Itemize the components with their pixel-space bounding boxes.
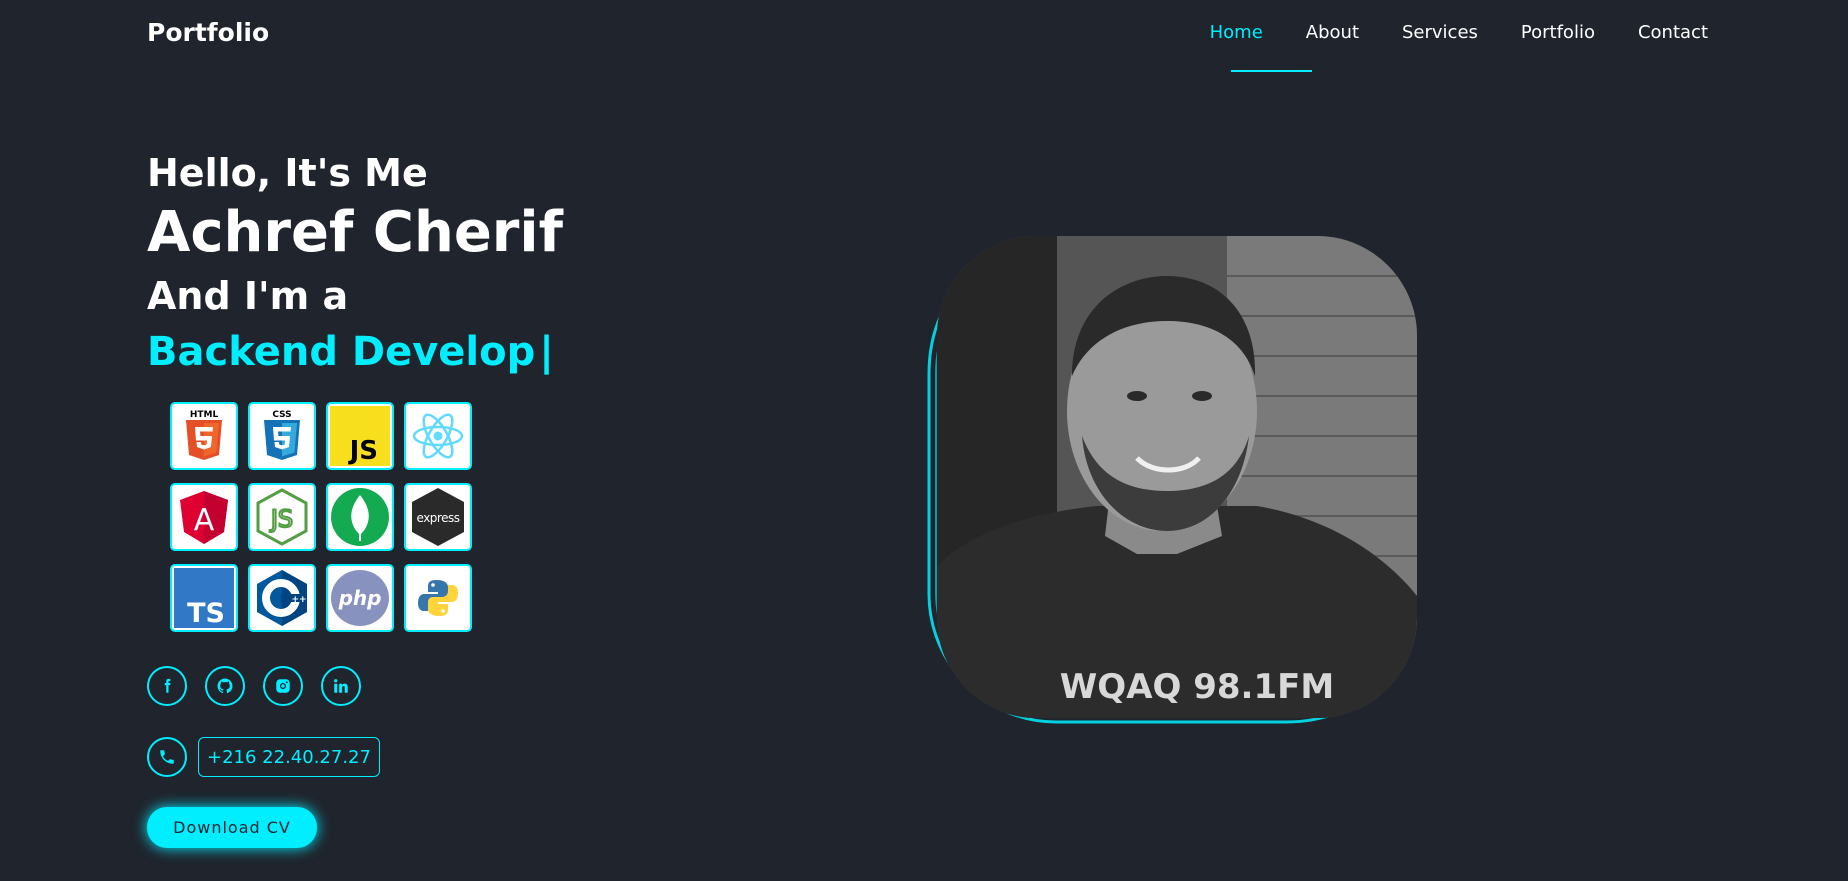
phone-button[interactable]	[147, 737, 187, 777]
site-header: Portfolio Home About Services Portfolio …	[0, 0, 1848, 72]
github-icon	[217, 678, 233, 694]
facebook-icon	[164, 678, 171, 693]
hero-text: Hello, It's Me Achref Cherif And I'm a B…	[147, 148, 747, 380]
svg-text:JS: JS	[348, 436, 378, 466]
linkedin-link[interactable]	[321, 666, 361, 706]
angular-icon: A	[170, 483, 238, 551]
react-icon	[404, 402, 472, 470]
svg-text:php: php	[338, 586, 382, 610]
css3-icon: CSS	[248, 402, 316, 470]
hero-greeting: Hello, It's Me	[147, 151, 428, 195]
nodejs-icon: JS	[248, 483, 316, 551]
nav-active-indicator	[1231, 70, 1312, 72]
svg-text:WQAQ 98.1FM: WQAQ 98.1FM	[1060, 667, 1334, 707]
python-icon	[404, 564, 472, 632]
profile-photo-frame: WQAQ 98.1FM	[926, 234, 1420, 728]
typescript-icon: TS	[170, 564, 238, 632]
phone-contact: +216 22.40.27.27	[147, 737, 380, 777]
instagram-icon	[276, 679, 290, 693]
svg-text:JS: JS	[269, 505, 293, 533]
svg-text:++: ++	[291, 595, 306, 605]
express-icon: express	[404, 483, 472, 551]
nav-portfolio[interactable]: Portfolio	[1521, 22, 1595, 43]
svg-text:HTML: HTML	[190, 410, 219, 420]
facebook-link[interactable]	[147, 666, 187, 706]
svg-text:TS: TS	[187, 598, 225, 628]
svg-text:express: express	[417, 511, 460, 525]
nav-contact[interactable]: Contact	[1638, 22, 1708, 43]
cplusplus-icon: ++	[248, 564, 316, 632]
phone-number[interactable]: +216 22.40.27.27	[198, 737, 380, 777]
tech-skills-grid: HTML CSS JS A JS express TS ++ php	[170, 402, 472, 632]
mongodb-icon	[326, 483, 394, 551]
hero-role-text: Backend Develop	[147, 329, 536, 375]
linkedin-icon	[334, 679, 348, 693]
nav-services[interactable]: Services	[1402, 22, 1478, 43]
portrait-image: WQAQ 98.1FM	[937, 236, 1417, 718]
nav-home[interactable]: Home	[1210, 22, 1263, 43]
html5-icon: HTML	[170, 402, 238, 470]
javascript-icon: JS	[326, 402, 394, 470]
instagram-link[interactable]	[263, 666, 303, 706]
main-nav: Home About Services Portfolio Contact	[1167, 22, 1708, 43]
social-links	[147, 666, 379, 706]
hero-role: Backend Develop |	[147, 324, 747, 380]
github-link[interactable]	[205, 666, 245, 706]
profile-photo: WQAQ 98.1FM	[937, 236, 1417, 718]
php-icon: php	[326, 564, 394, 632]
logo[interactable]: Portfolio	[147, 18, 269, 47]
phone-icon	[160, 750, 174, 764]
download-cv-button[interactable]: Download CV	[147, 807, 317, 848]
svg-text:CSS: CSS	[272, 410, 291, 420]
typing-cursor: |	[539, 329, 554, 375]
svg-text:A: A	[194, 503, 215, 538]
hero-intro: And I'm a	[147, 274, 349, 318]
hero-name: Achref Cherif	[147, 200, 563, 265]
nav-about[interactable]: About	[1306, 22, 1359, 43]
